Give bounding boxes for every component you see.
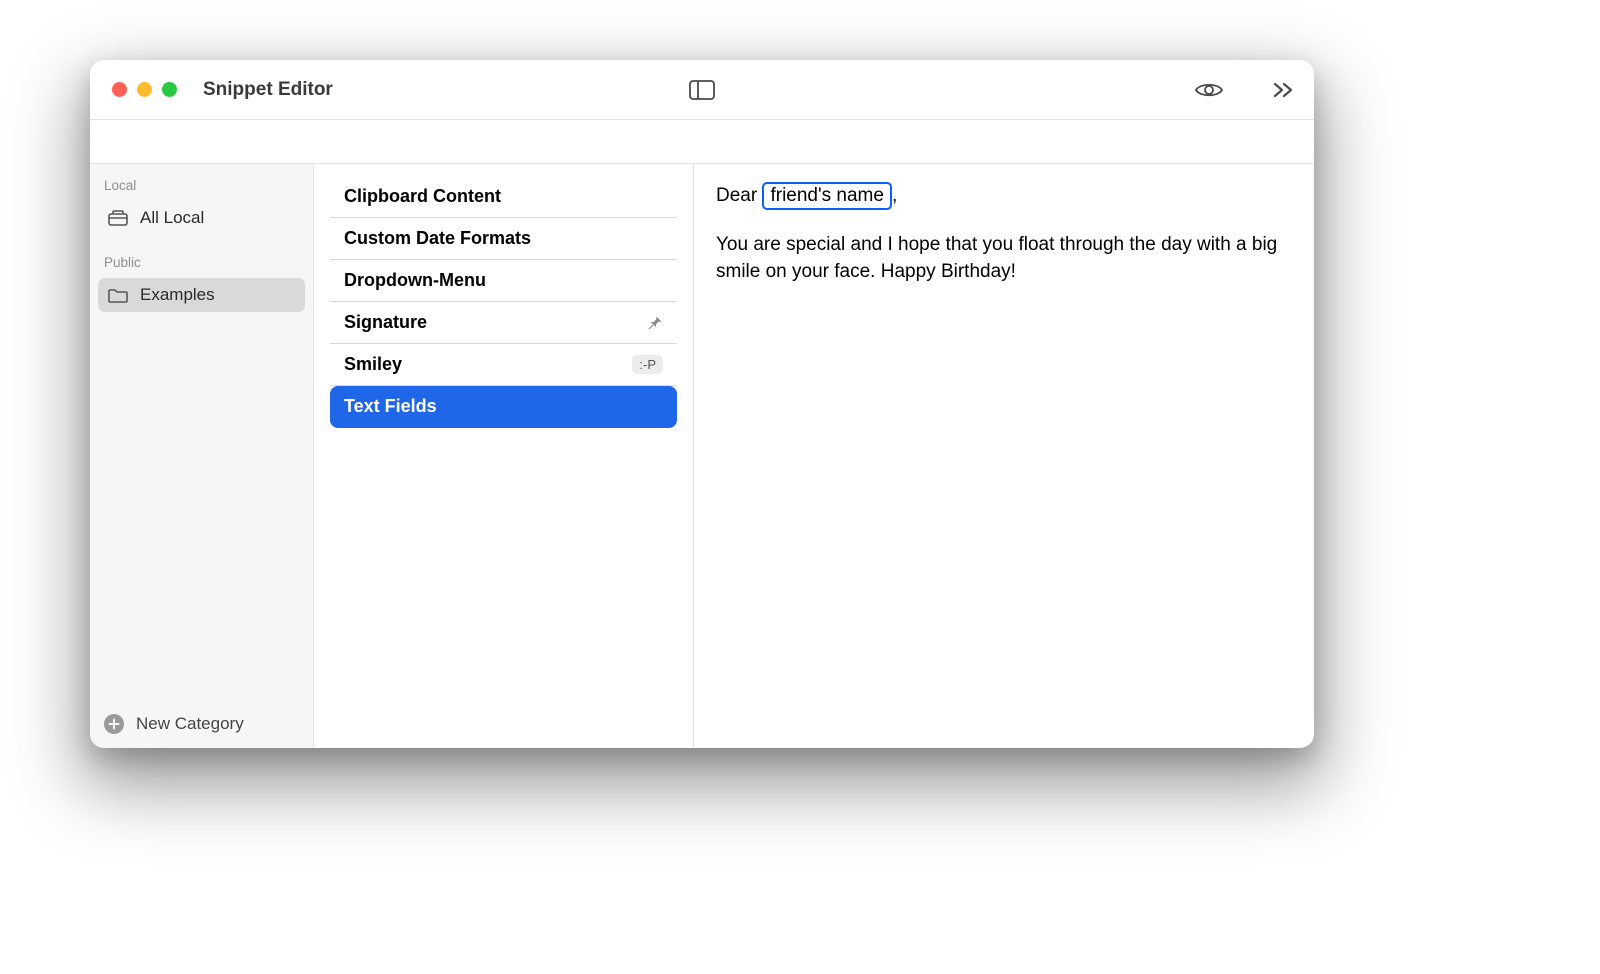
- sidebar-item-label: Examples: [140, 285, 215, 305]
- close-window-button[interactable]: [112, 82, 127, 97]
- sidebar-item-label: All Local: [140, 208, 204, 228]
- snippet-title: Text Fields: [344, 396, 437, 417]
- window-title: Snippet Editor: [203, 79, 333, 101]
- snippet-title: Custom Date Formats: [344, 228, 531, 249]
- snippet-list: Clipboard Content Custom Date Formats Dr…: [314, 164, 694, 748]
- content-text: Dear: [716, 185, 762, 206]
- snippet-title: Clipboard Content: [344, 186, 501, 207]
- sidebar-group-label-public: Public: [90, 251, 313, 276]
- pin-icon: [647, 315, 663, 331]
- new-category-label: New Category: [136, 714, 244, 734]
- snippet-title: Dropdown-Menu: [344, 270, 486, 291]
- placeholder-token[interactable]: friend's name: [762, 182, 891, 210]
- minimize-window-button[interactable]: [137, 82, 152, 97]
- overflow-chevrons-icon[interactable]: [1272, 81, 1296, 99]
- toolbar-secondary: [90, 120, 1314, 164]
- traffic-lights: [112, 82, 177, 97]
- zoom-window-button[interactable]: [162, 82, 177, 97]
- body: Local All Local Public E: [90, 164, 1314, 748]
- content-paragraph: You are special and I hope that you floa…: [716, 232, 1292, 285]
- new-category-button[interactable]: New Category: [90, 704, 313, 748]
- content-text: ,: [892, 185, 897, 206]
- toggle-sidebar-icon[interactable]: [689, 80, 715, 100]
- snippet-row[interactable]: Smiley :-P: [330, 344, 677, 386]
- snippet-shortcut-badge: :-P: [632, 355, 663, 374]
- sidebar: Local All Local Public E: [90, 164, 314, 748]
- sidebar-item-all-local[interactable]: All Local: [98, 201, 305, 235]
- sidebar-item-examples[interactable]: Examples: [98, 278, 305, 312]
- plus-circle-icon: [104, 714, 124, 734]
- snippet-row[interactable]: Text Fields: [330, 386, 677, 428]
- content-line-1: Dear friend's name,: [716, 182, 1292, 210]
- titlebar: Snippet Editor: [90, 60, 1314, 120]
- snippet-title: Signature: [344, 312, 427, 333]
- app-window: Snippet Editor: [90, 60, 1314, 748]
- tray-icon: [108, 210, 128, 226]
- snippet-row[interactable]: Custom Date Formats: [330, 218, 677, 260]
- preview-eye-icon[interactable]: [1194, 80, 1224, 100]
- snippet-content[interactable]: Dear friend's name, You are special and …: [694, 164, 1314, 748]
- snippet-row[interactable]: Signature: [330, 302, 677, 344]
- sidebar-group-label-local: Local: [90, 174, 313, 199]
- snippet-row[interactable]: Clipboard Content: [330, 176, 677, 218]
- folder-icon: [108, 287, 128, 303]
- snippet-row[interactable]: Dropdown-Menu: [330, 260, 677, 302]
- snippet-title: Smiley: [344, 354, 402, 375]
